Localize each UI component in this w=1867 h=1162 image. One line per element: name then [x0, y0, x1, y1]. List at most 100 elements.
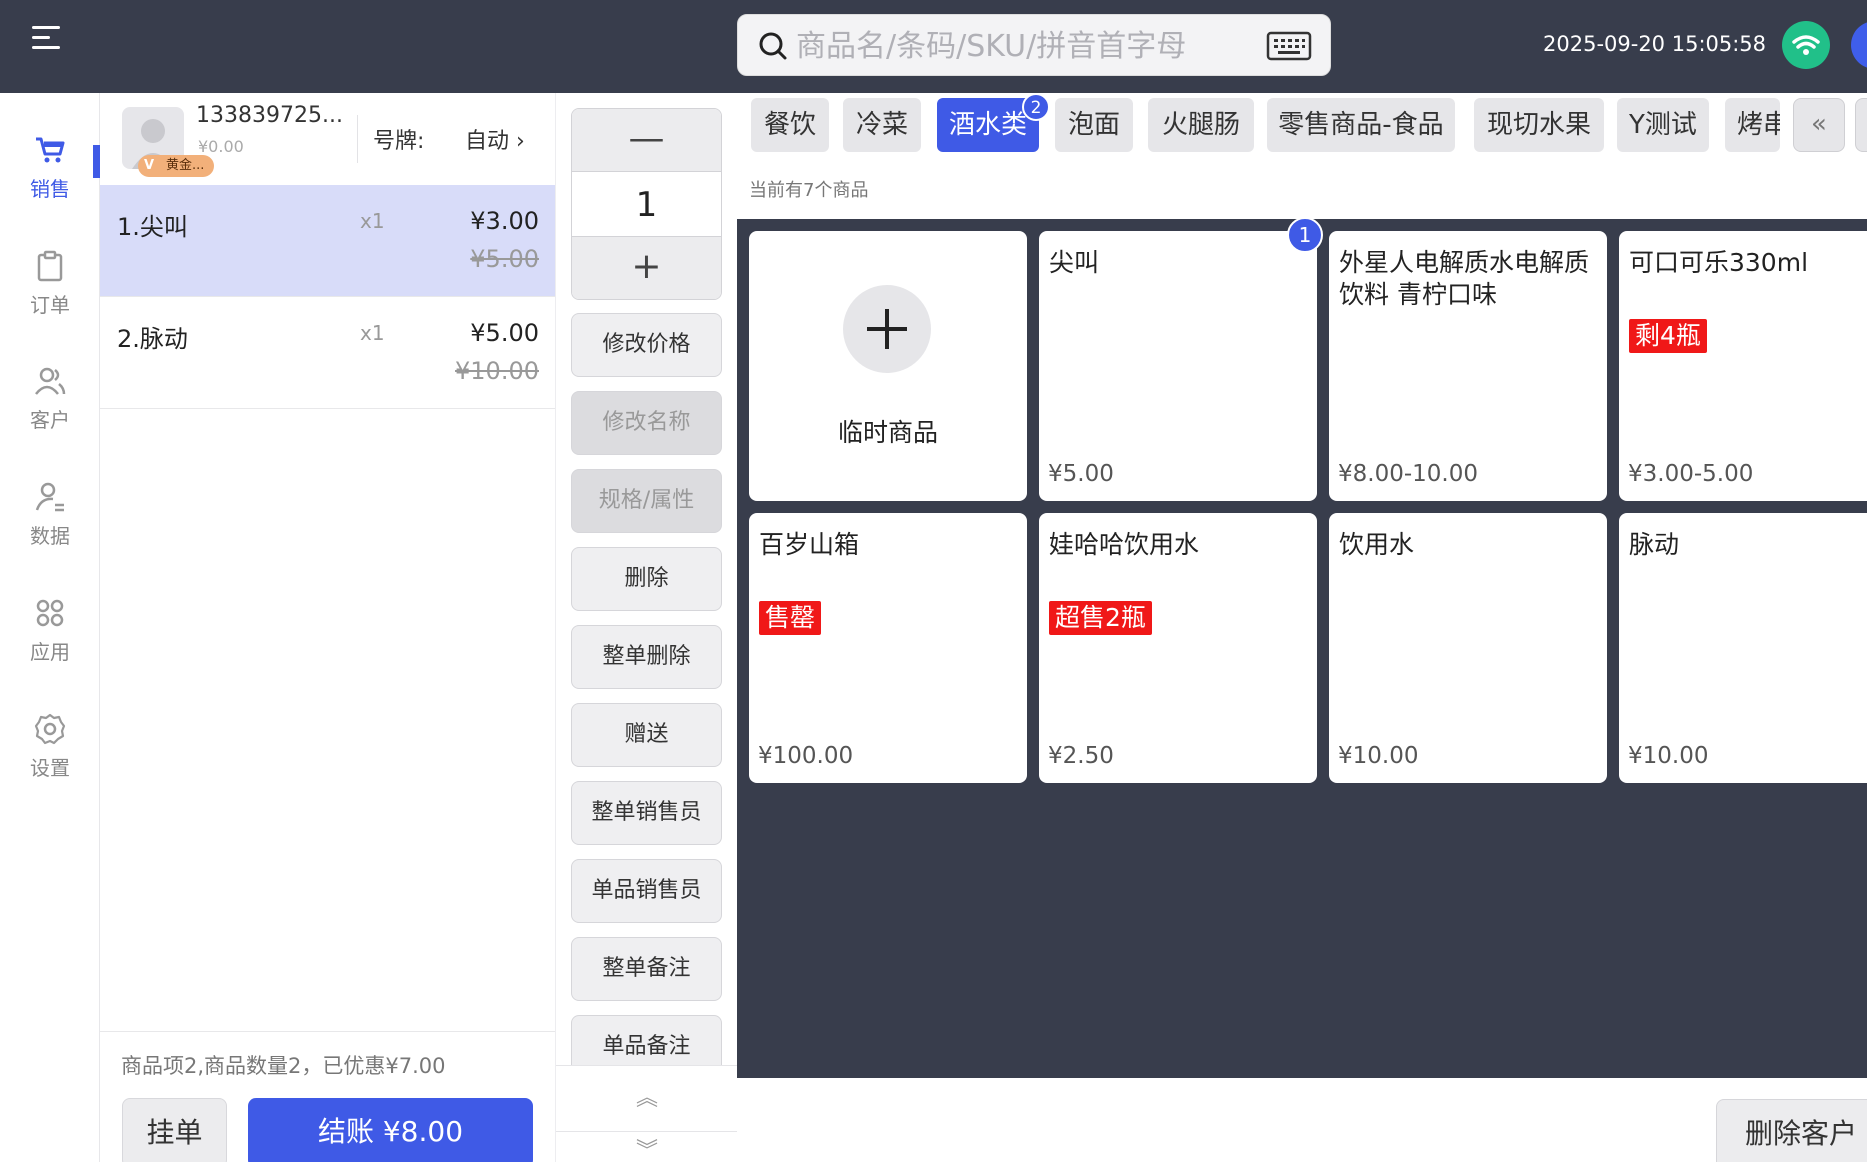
product-card[interactable]: 饮用水 ¥10.00: [1329, 513, 1607, 783]
product-name: 饮用水: [1339, 530, 1415, 559]
wifi-icon[interactable]: [1782, 21, 1830, 69]
category-tab[interactable]: 餐饮: [751, 98, 829, 152]
item-original-price: ¥5.00: [470, 245, 539, 273]
nav-label: 数据: [30, 524, 70, 548]
clipboard-icon: [37, 250, 63, 282]
action-column: — 1 + 修改价格 修改名称 规格/属性 删除 整单删除 赠送 整单销售员 单…: [555, 93, 738, 1162]
product-price: ¥5.00: [1048, 461, 1114, 487]
product-area: 餐饮 冷菜 酒水类 泡面 火腿肠 零售商品-食品 现切水果 Y测试 烤串 « 2…: [737, 93, 1867, 1162]
product-card[interactable]: 尖叫 ¥5.00: [1039, 231, 1317, 501]
product-name: 百岁山箱: [759, 530, 860, 559]
product-card[interactable]: 娃哈哈饮用水 超售2瓶 ¥2.50: [1039, 513, 1317, 783]
gift-button[interactable]: 赠送: [571, 703, 722, 767]
order-line-item[interactable]: 2.脉动 x1 ¥5.00 ¥10.00: [100, 297, 555, 409]
plate-selector[interactable]: 自动 ›: [465, 123, 525, 155]
nav-item-apps[interactable]: 应用: [0, 596, 100, 696]
product-price: ¥10.00: [1628, 743, 1709, 769]
vip-badge: 黄金...: [138, 155, 215, 177]
quantity-stepper: — 1 +: [571, 108, 722, 300]
apps-icon: [36, 599, 64, 627]
nav-label: 应用: [30, 640, 70, 664]
gear-icon: [34, 713, 66, 745]
product-price: ¥2.50: [1048, 743, 1114, 769]
product-price: ¥100.00: [758, 743, 854, 769]
product-count-text: 当前有7个商品: [749, 180, 869, 201]
increment-button[interactable]: +: [572, 237, 721, 299]
nav-item-sales[interactable]: 销售: [0, 133, 100, 233]
category-tab[interactable]: Y测试: [1617, 98, 1709, 152]
category-tab[interactable]: 现切水果: [1474, 98, 1604, 152]
item-qty: x1: [360, 321, 385, 345]
quantity-value[interactable]: 1: [572, 171, 721, 237]
order-line-item[interactable]: 1.尖叫 x1 ¥3.00 ¥5.00: [100, 185, 555, 297]
search-icon: [759, 32, 787, 60]
product-card[interactable]: 可口可乐330ml 剩4瓶 ¥3.00-5.00: [1619, 231, 1867, 501]
bottom-strip: [737, 1078, 1867, 1162]
delete-button[interactable]: 删除: [571, 547, 722, 611]
order-summary: 商品项2,商品数量2，已优惠¥7.00 挂单 结账 ¥8.00: [100, 1031, 555, 1162]
category-tab[interactable]: 零售商品-食品: [1267, 98, 1455, 152]
item-name: 2.脉动: [117, 325, 188, 353]
cart-icon: [36, 137, 65, 163]
scroll-up-icon[interactable]: ︽: [556, 1065, 738, 1131]
edit-name-button[interactable]: 修改名称: [571, 391, 722, 455]
user-avatar-icon[interactable]: [1851, 21, 1867, 69]
product-card[interactable]: 脉动 ¥10.00: [1619, 513, 1867, 783]
spec-attribute-button[interactable]: 规格/属性: [571, 469, 722, 533]
search-input[interactable]: [796, 23, 1196, 69]
order-panel: 133839725... ¥0.00 黄金... 号牌: 自动 › 1.尖叫 x…: [100, 93, 555, 1162]
delete-customer-button[interactable]: 删除客户: [1716, 1099, 1867, 1162]
nav-label: 客户: [30, 408, 70, 432]
category-tab[interactable]: 火腿肠: [1148, 98, 1254, 152]
item-qty: x1: [360, 209, 385, 233]
category-next-button[interactable]: [1855, 98, 1867, 152]
left-nav: 销售 订单 客户 数据 应用 设置: [0, 93, 100, 1162]
divider: [357, 115, 358, 163]
product-grid: 临时商品 尖叫 ¥5.00 1 外星人电解质水电解质饮料 青柠口味 ¥8.00-…: [737, 217, 1867, 1078]
product-name: 外星人电解质水电解质饮料 青柠口味: [1339, 248, 1590, 309]
user-data-icon: [35, 482, 64, 512]
hold-order-button[interactable]: 挂单: [122, 1098, 227, 1162]
edit-price-button[interactable]: 修改价格: [571, 313, 722, 377]
product-card[interactable]: 外星人电解质水电解质饮料 青柠口味 ¥8.00-10.00: [1329, 231, 1607, 501]
product-card[interactable]: 百岁山箱 售罄 ¥100.00: [749, 513, 1027, 783]
item-price: ¥5.00: [470, 319, 539, 347]
category-tab[interactable]: 泡面: [1055, 98, 1133, 152]
item-salesperson-button[interactable]: 单品销售员: [571, 859, 722, 923]
nav-item-orders[interactable]: 订单: [0, 249, 100, 349]
order-note-button[interactable]: 整单备注: [571, 937, 722, 1001]
menu-icon[interactable]: [32, 26, 60, 50]
product-name: 尖叫: [1049, 248, 1100, 277]
product-price: ¥3.00-5.00: [1628, 461, 1754, 487]
nav-item-data[interactable]: 数据: [0, 480, 100, 580]
customer-balance: ¥0.00: [198, 137, 244, 156]
category-prev-button[interactable]: «: [1793, 98, 1845, 152]
stock-tag: 超售2瓶: [1049, 601, 1152, 635]
order-salesperson-button[interactable]: 整单销售员: [571, 781, 722, 845]
decrement-button[interactable]: —: [572, 109, 721, 171]
product-name: 脉动: [1629, 530, 1680, 559]
nav-label: 设置: [30, 756, 70, 780]
product-name: 娃哈哈饮用水: [1049, 530, 1200, 559]
nav-label: 销售: [30, 177, 70, 201]
category-tab[interactable]: 冷菜: [843, 98, 921, 152]
scroll-down-icon[interactable]: ︾: [556, 1131, 738, 1162]
keyboard-icon[interactable]: [1266, 30, 1312, 62]
product-price: ¥10.00: [1338, 743, 1419, 769]
temp-product-card[interactable]: 临时商品: [749, 231, 1027, 501]
delete-order-button[interactable]: 整单删除: [571, 625, 722, 689]
temp-product-label: 临时商品: [837, 418, 938, 447]
cart-count-badge: 1: [1287, 217, 1323, 253]
plus-icon: [843, 285, 931, 373]
nav-label: 订单: [30, 293, 70, 317]
datetime-display: 2025-09-20 15:05:58: [1543, 32, 1767, 56]
search-box[interactable]: [737, 14, 1331, 76]
checkout-button[interactable]: 结账 ¥8.00: [248, 1098, 533, 1162]
category-tabs: 餐饮 冷菜 酒水类 泡面 火腿肠 零售商品-食品 现切水果 Y测试 烤串 «: [737, 93, 1867, 183]
nav-item-settings[interactable]: 设置: [0, 712, 100, 812]
nav-item-customers[interactable]: 客户: [0, 364, 100, 464]
customer-header[interactable]: 133839725... ¥0.00 黄金... 号牌: 自动 ›: [100, 93, 555, 185]
category-tab[interactable]: 烤串: [1725, 98, 1780, 152]
top-bar: 2025-09-20 15:05:58: [0, 0, 1867, 93]
item-price: ¥3.00: [470, 207, 539, 235]
